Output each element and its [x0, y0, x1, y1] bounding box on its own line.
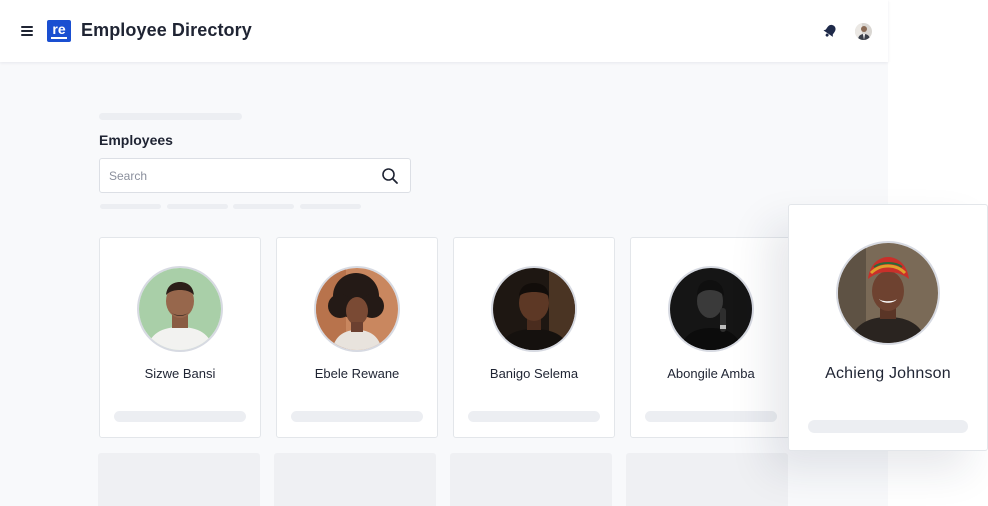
- brand-logo: re: [47, 20, 71, 42]
- employee-card[interactable]: Abongile Amba: [630, 237, 792, 438]
- employee-photo: [668, 266, 754, 352]
- employee-name: Abongile Amba: [667, 366, 755, 381]
- filter-chip-placeholder: [300, 204, 361, 209]
- top-bar: re Employee Directory: [0, 0, 888, 62]
- card-bar-placeholder: [114, 411, 246, 422]
- employee-photo: [491, 266, 577, 352]
- employee-card[interactable]: Banigo Selema: [453, 237, 615, 438]
- employee-photo: [836, 241, 940, 345]
- employee-photo: [314, 266, 400, 352]
- hamburger-icon[interactable]: [21, 26, 33, 36]
- card-bar-placeholder: [808, 420, 968, 433]
- user-avatar[interactable]: [855, 23, 872, 40]
- featured-employee-card[interactable]: Achieng Johnson: [788, 204, 988, 451]
- employee-photo: [137, 266, 223, 352]
- employee-name: Banigo Selema: [489, 366, 579, 381]
- card-placeholder: [98, 453, 260, 506]
- section-title: Employees: [99, 132, 173, 148]
- card-placeholder: [450, 453, 612, 506]
- search-box[interactable]: [99, 158, 411, 193]
- search-icon[interactable]: [381, 167, 399, 185]
- employee-name: Sizwe Bansi: [144, 366, 216, 381]
- employee-name: Achieng Johnson: [825, 365, 951, 382]
- card-placeholder: [626, 453, 788, 506]
- card-bar-placeholder: [468, 411, 600, 422]
- card-placeholder: [274, 453, 436, 506]
- employee-name: Ebele Rewane: [314, 366, 400, 381]
- filter-chip-placeholder: [167, 204, 228, 209]
- card-bar-placeholder: [645, 411, 777, 422]
- filter-chip-placeholder: [233, 204, 294, 209]
- employee-card[interactable]: Sizwe Bansi: [99, 237, 261, 438]
- page-title: Employee Directory: [81, 20, 252, 40]
- employee-card[interactable]: Ebele Rewane: [276, 237, 438, 438]
- filter-chip-placeholder: [100, 204, 161, 209]
- breadcrumb-placeholder: [99, 113, 242, 120]
- card-bar-placeholder: [291, 411, 423, 422]
- search-input[interactable]: [109, 167, 369, 185]
- app-window: re Employee Directory Employees Search S…: [0, 0, 888, 506]
- bell-icon[interactable]: [822, 23, 838, 39]
